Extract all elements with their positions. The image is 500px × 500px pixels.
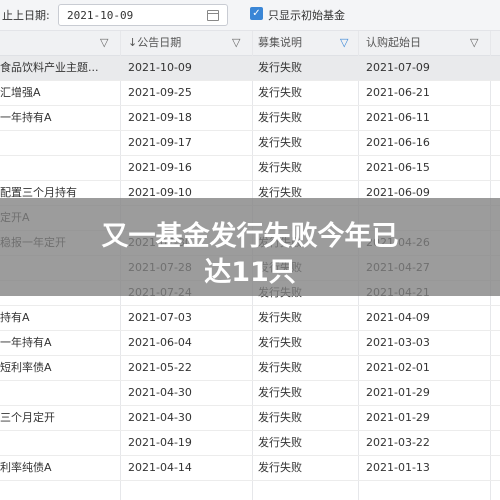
cell-announce-date: 2021-06-04 — [128, 336, 192, 349]
cell-start-date: 2021-01-13 — [366, 461, 430, 474]
headline-banner: 又一基金发行失败今年已 达11只 — [0, 198, 500, 296]
table-row[interactable]: 食品饮料产业主题... 2021-10-09 发行失败 2021-07-09 — [0, 56, 500, 81]
cell-fund-name: 持有A — [0, 311, 30, 324]
cell-status: 发行失败 — [258, 436, 302, 449]
cell-start-date: 2021-03-22 — [366, 436, 430, 449]
cell-announce-date: 2021-09-25 — [128, 86, 192, 99]
cell-start-date: 2021-03-03 — [366, 336, 430, 349]
table-row[interactable]: 一年持有A 2021-06-04 发行失败 2021-03-03 — [0, 331, 500, 356]
cell-fund-name — [0, 156, 112, 180]
table-row[interactable]: 2021-09-17 发行失败 2021-06-16 — [0, 131, 500, 156]
cell-announce-date: 2021-09-17 — [128, 136, 192, 149]
cell-start-date: 2021-06-11 — [366, 111, 430, 124]
column-header-description[interactable]: 募集说明 — [258, 31, 348, 55]
cell-fund-name — [0, 381, 112, 405]
column-header-announce-date[interactable]: ↓公告日期 — [128, 31, 238, 55]
cell-start-date: 2021-06-16 — [366, 136, 430, 149]
cell-announce-date: 2021-04-19 — [128, 436, 192, 449]
date-label: 止上日期: — [2, 9, 50, 22]
cell-start-date: 2021-01-29 — [366, 386, 430, 399]
cell-status: 发行失败 — [258, 461, 302, 474]
calendar-icon[interactable] — [207, 10, 219, 21]
cell-start-date: 2021-06-21 — [366, 86, 430, 99]
checkbox-label: 只显示初始基金 — [268, 9, 345, 22]
cell-fund-name: 利率纯债A — [0, 461, 52, 474]
cell-announce-date: 2021-04-30 — [128, 386, 192, 399]
table-row[interactable]: 2021-04-30 发行失败 2021-01-29 — [0, 381, 500, 406]
headline-line-1: 又一基金发行失败今年已 — [101, 221, 399, 252]
cell-status: 发行失败 — [258, 161, 302, 174]
cell-announce-date: 2021-09-16 — [128, 161, 192, 174]
cell-fund-name: 一年持有A — [0, 336, 52, 349]
cell-start-date: 2021-02-01 — [366, 361, 430, 374]
date-value: 2021-10-09 — [67, 9, 134, 22]
cell-announce-date: 2021-10-09 — [128, 61, 192, 74]
cell-status: 发行失败 — [258, 411, 302, 424]
cell-fund-name — [0, 131, 112, 155]
cell-announce-date: 2021-05-22 — [128, 361, 192, 374]
cell-start-date: 2021-06-15 — [366, 161, 430, 174]
cell-start-date: 2021-07-09 — [366, 61, 430, 74]
table-row[interactable]: 利率纯债A 2021-04-14 发行失败 2021-01-13 — [0, 456, 500, 481]
table-header: ▽ ↓公告日期 ▽ 募集说明 ▽ 认购起始日 ▽ — [0, 31, 500, 56]
cell-announce-date: 2021-04-14 — [128, 461, 192, 474]
filter-icon[interactable]: ▽ — [340, 31, 348, 55]
table-row[interactable]: 2021-04-19 发行失败 2021-03-22 — [0, 431, 500, 456]
table-row[interactable]: 2021-09-16 发行失败 2021-06-15 — [0, 156, 500, 181]
cell-status: 发行失败 — [258, 336, 302, 349]
cell-fund-name — [0, 431, 112, 455]
table-row[interactable]: 持有A 2021-07-03 发行失败 2021-04-09 — [0, 306, 500, 331]
cell-announce-date: 2021-09-18 — [128, 111, 192, 124]
cell-status: 发行失败 — [258, 361, 302, 374]
cell-start-date: 2021-01-29 — [366, 411, 430, 424]
table-row[interactable]: 汇增强A 2021-09-25 发行失败 2021-06-21 — [0, 81, 500, 106]
table-row[interactable]: 三个月定开 2021-04-30 发行失败 2021-01-29 — [0, 406, 500, 431]
headline-line-2: 达11只 — [204, 257, 296, 288]
initial-fund-checkbox[interactable]: ✓ — [250, 7, 263, 20]
date-input[interactable]: 2021-10-09 — [58, 4, 228, 26]
table-row[interactable]: 一年持有A 2021-09-18 发行失败 2021-06-11 — [0, 106, 500, 131]
cell-fund-name: 一年持有A — [0, 111, 52, 124]
cell-announce-date: 2021-07-03 — [128, 311, 192, 324]
cell-status: 发行失败 — [258, 136, 302, 149]
cell-announce-date: 2021-04-30 — [128, 411, 192, 424]
filter-toolbar: 止上日期: 2021-10-09 ✓ 只显示初始基金 — [0, 0, 500, 31]
cell-status: 发行失败 — [258, 111, 302, 124]
cell-status: 发行失败 — [258, 86, 302, 99]
column-header-start-date[interactable]: 认购起始日 — [366, 31, 476, 55]
cell-fund-name: 汇增强A — [0, 86, 41, 99]
table-row[interactable]: 短利率债A 2021-05-22 发行失败 2021-02-01 — [0, 356, 500, 381]
cell-status: 发行失败 — [258, 386, 302, 399]
column-header-fund[interactable] — [0, 31, 112, 55]
filter-icon[interactable]: ▽ — [100, 31, 108, 55]
filter-icon[interactable]: ▽ — [232, 31, 240, 55]
cell-status: 发行失败 — [258, 61, 302, 74]
filter-icon[interactable]: ▽ — [470, 31, 478, 55]
cell-fund-name: 短利率债A — [0, 361, 52, 374]
cell-fund-name: 三个月定开 — [0, 411, 55, 424]
cell-status: 发行失败 — [258, 311, 302, 324]
cell-start-date: 2021-04-09 — [366, 311, 430, 324]
cell-fund-name: 食品饮料产业主题... — [0, 61, 99, 74]
